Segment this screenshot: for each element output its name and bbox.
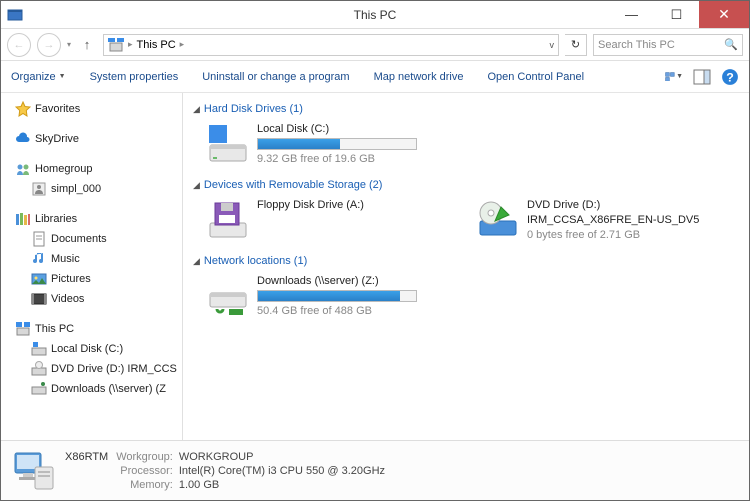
library-pictures[interactable]: Pictures — [1, 269, 182, 289]
sidebar-local-disk[interactable]: Local Disk (C:) — [1, 339, 182, 359]
workgroup-label: Workgroup: — [116, 451, 173, 463]
cloud-icon — [15, 131, 31, 147]
drive-floppy[interactable]: Floppy Disk Drive (A:) — [207, 199, 437, 241]
minimize-button[interactable]: — — [609, 1, 654, 28]
close-button[interactable]: ✕ — [699, 1, 749, 28]
command-bar: Organize▼ System properties Uninstall or… — [1, 61, 749, 93]
capacity-meter — [257, 290, 417, 302]
videos-icon — [31, 291, 47, 307]
titlebar: This PC — ☐ ✕ — [1, 1, 749, 29]
computer-name: X86RTM — [65, 451, 110, 463]
sidebar-network-drive[interactable]: Downloads (\\server) (Z — [1, 379, 182, 399]
network-section-header[interactable]: ◢Network locations (1) — [193, 255, 739, 267]
details-pane: X86RTM Workgroup: WORKGROUP Processor: I… — [1, 440, 749, 500]
removable-section-header[interactable]: ◢Devices with Removable Storage (2) — [193, 179, 739, 191]
memory-label: Memory: — [116, 479, 173, 491]
drive-name: Local Disk (C:) — [257, 123, 437, 135]
collapse-icon: ◢ — [193, 104, 200, 115]
drive-local-disk[interactable]: Local Disk (C:) 9.32 GB free of 19.6 GB — [207, 123, 437, 165]
breadcrumb-location[interactable]: This PC — [137, 39, 176, 51]
dvd-drive-icon — [477, 199, 519, 241]
music-icon — [31, 251, 47, 267]
drive-icon — [31, 341, 47, 357]
open-control-panel-button[interactable]: Open Control Panel — [487, 71, 584, 83]
floppy-drive-icon — [207, 199, 249, 241]
explorer-window: This PC — ☐ ✕ ← → ▾ ↑ ▸ This PC ▸ v ↻ Se… — [0, 0, 750, 501]
content-pane: ◢Hard Disk Drives (1) Local Disk (C:) 9.… — [183, 93, 749, 440]
navigation-pane: Favorites SkyDrive Homegroup simpl_000 — [1, 93, 183, 440]
homegroup-group[interactable]: Homegroup — [1, 159, 182, 179]
processor-value: Intel(R) Core(TM) i3 CPU 550 @ 3.20GHz — [179, 465, 385, 477]
uninstall-program-button[interactable]: Uninstall or change a program — [202, 71, 349, 83]
search-placeholder: Search This PC — [598, 39, 675, 51]
change-view-button[interactable]: ▼ — [665, 69, 683, 85]
user-icon — [31, 181, 47, 197]
star-icon — [15, 101, 31, 117]
refresh-button[interactable]: ↻ — [565, 34, 587, 56]
computer-icon — [15, 321, 31, 337]
library-documents[interactable]: Documents — [1, 229, 182, 249]
drive-label: IRM_CCSA_X86FRE_EN-US_DV5 — [527, 214, 707, 226]
help-button[interactable]: ? — [721, 69, 739, 85]
collapse-icon: ◢ — [193, 180, 200, 191]
homegroup-user[interactable]: simpl_000 — [1, 179, 182, 199]
drive-name: DVD Drive (D:) — [527, 199, 707, 211]
network-drive-icon — [207, 275, 249, 317]
drive-network-downloads[interactable]: Downloads (\\server) (Z:) 50.4 GB free o… — [207, 275, 437, 317]
skydrive-group[interactable]: SkyDrive — [1, 129, 182, 149]
search-input[interactable]: Search This PC 🔍 — [593, 34, 743, 56]
drive-name: Downloads (\\server) (Z:) — [257, 275, 437, 287]
drive-free-space: 50.4 GB free of 488 GB — [257, 305, 437, 317]
processor-label: Processor: — [116, 465, 173, 477]
workgroup-value: WORKGROUP — [179, 451, 385, 463]
computer-large-icon — [11, 449, 55, 493]
documents-icon — [31, 231, 47, 247]
drive-dvd[interactable]: DVD Drive (D:) IRM_CCSA_X86FRE_EN-US_DV5… — [477, 199, 707, 241]
pictures-icon — [31, 271, 47, 287]
organize-menu[interactable]: Organize▼ — [11, 71, 66, 83]
favorites-group[interactable]: Favorites — [1, 99, 182, 119]
capacity-meter — [257, 138, 417, 150]
breadcrumb-sep-icon: ▸ — [128, 39, 133, 50]
address-dropdown-icon[interactable]: v — [550, 40, 555, 50]
drive-free-space: 0 bytes free of 2.71 GB — [527, 229, 707, 241]
preview-pane-button[interactable] — [693, 69, 711, 85]
forward-button[interactable]: → — [37, 33, 61, 57]
disc-icon — [31, 361, 47, 377]
search-icon: 🔍 — [724, 38, 738, 51]
libraries-icon — [15, 211, 31, 227]
library-music[interactable]: Music — [1, 249, 182, 269]
homegroup-icon — [15, 161, 31, 177]
back-button[interactable]: ← — [7, 33, 31, 57]
maximize-button[interactable]: ☐ — [654, 1, 699, 28]
sidebar-dvd-drive[interactable]: DVD Drive (D:) IRM_CCS — [1, 359, 182, 379]
system-properties-button[interactable]: System properties — [90, 71, 179, 83]
drive-free-space: 9.32 GB free of 19.6 GB — [257, 153, 437, 165]
memory-value: 1.00 GB — [179, 479, 385, 491]
up-button[interactable]: ↑ — [77, 37, 97, 52]
address-field[interactable]: ▸ This PC ▸ v — [103, 34, 559, 56]
library-videos[interactable]: Videos — [1, 289, 182, 309]
collapse-icon: ◢ — [193, 256, 200, 267]
network-drive-icon — [31, 381, 47, 397]
svg-text:?: ? — [726, 70, 734, 84]
this-pc-group[interactable]: This PC — [1, 319, 182, 339]
location-icon — [108, 37, 124, 53]
hdd-section-header[interactable]: ◢Hard Disk Drives (1) — [193, 103, 739, 115]
dropdown-icon: ▼ — [59, 73, 66, 80]
map-network-drive-button[interactable]: Map network drive — [374, 71, 464, 83]
address-bar: ← → ▾ ↑ ▸ This PC ▸ v ↻ Search This PC 🔍 — [1, 29, 749, 61]
hard-drive-icon — [207, 123, 249, 165]
window-icon — [7, 7, 23, 23]
drive-name: Floppy Disk Drive (A:) — [257, 199, 437, 211]
breadcrumb-sep-icon: ▸ — [180, 39, 185, 50]
libraries-group[interactable]: Libraries — [1, 209, 182, 229]
history-dropdown-icon[interactable]: ▾ — [67, 40, 71, 49]
